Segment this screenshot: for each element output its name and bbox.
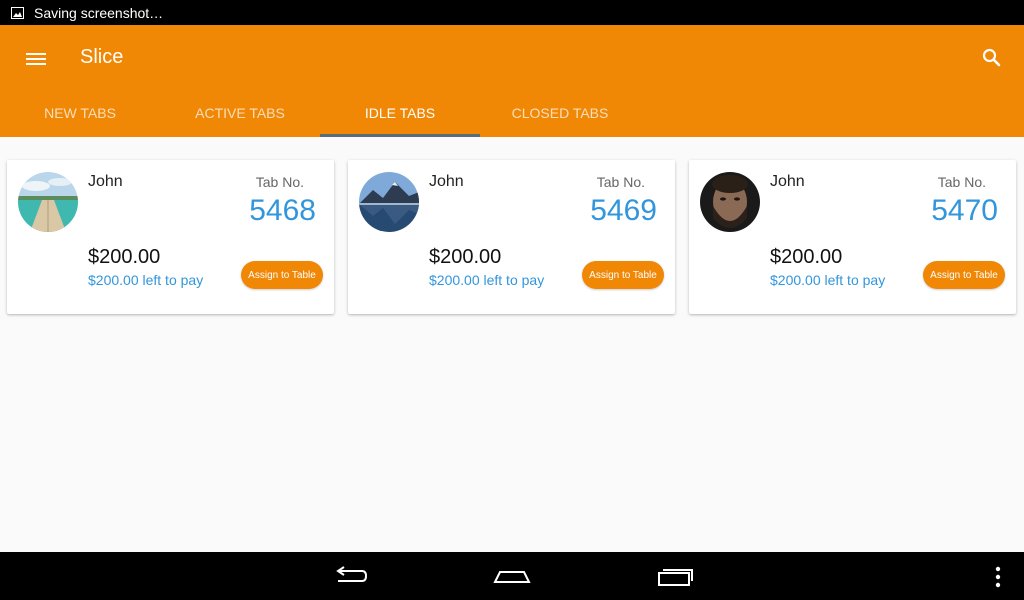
mountain-lake-avatar [359, 172, 419, 232]
left-to-pay: $200.00 left to pay [770, 272, 886, 288]
tab-number: 5468 [249, 194, 316, 227]
tab-card[interactable]: John Tab No. 5470 $200.00 $200.00 left t… [689, 160, 1016, 314]
back-icon[interactable] [330, 564, 370, 588]
tab-number: 5470 [931, 194, 998, 227]
customer-name: John [88, 173, 123, 190]
tab-idle-tabs[interactable]: IDLE TABS [320, 89, 480, 137]
tab-amount: $200.00 [88, 246, 161, 268]
left-to-pay: $200.00 left to pay [88, 272, 204, 288]
tab-closed-tabs[interactable]: CLOSED TABS [480, 89, 640, 137]
menu-icon[interactable] [22, 45, 50, 73]
tab-number-label: Tab No. [255, 174, 304, 190]
recents-icon[interactable] [656, 564, 696, 588]
assign-to-table-button[interactable]: Assign to Table [241, 261, 323, 289]
tab-number-label: Tab No. [596, 174, 645, 190]
tab-amount: $200.00 [770, 246, 843, 268]
search-icon[interactable] [978, 44, 1006, 72]
system-nav-bar [0, 552, 1024, 600]
overflow-menu-icon[interactable] [990, 564, 1006, 588]
assign-to-table-button[interactable]: Assign to Table [923, 261, 1005, 289]
tab-bar: NEW TABS ACTIVE TABS IDLE TABS CLOSED TA… [0, 89, 1024, 137]
status-notification-text: Saving screenshot… [34, 4, 164, 21]
tab-number-label: Tab No. [937, 174, 986, 190]
status-bar: Saving screenshot… [0, 0, 1024, 25]
beach-pier-avatar [18, 172, 78, 232]
customer-name: John [429, 173, 464, 190]
home-icon[interactable] [492, 564, 532, 588]
tab-card[interactable]: John Tab No. 5468 $200.00 $200.00 left t… [7, 160, 334, 314]
tab-new-tabs[interactable]: NEW TABS [0, 89, 160, 137]
bearded-man-avatar [700, 172, 760, 232]
assign-to-table-button[interactable]: Assign to Table [582, 261, 664, 289]
tab-number: 5469 [590, 194, 657, 227]
tab-active-tabs[interactable]: ACTIVE TABS [160, 89, 320, 137]
tab-amount: $200.00 [429, 246, 502, 268]
image-icon [11, 6, 24, 19]
tab-indicator [320, 134, 480, 137]
left-to-pay: $200.00 left to pay [429, 272, 545, 288]
tab-card[interactable]: John Tab No. 5469 $200.00 $200.00 left t… [348, 160, 675, 314]
app-bar: Slice NEW TABS ACTIVE TABS IDLE TABS CLO… [0, 25, 1024, 137]
app-title: Slice [80, 46, 124, 68]
customer-name: John [770, 173, 805, 190]
